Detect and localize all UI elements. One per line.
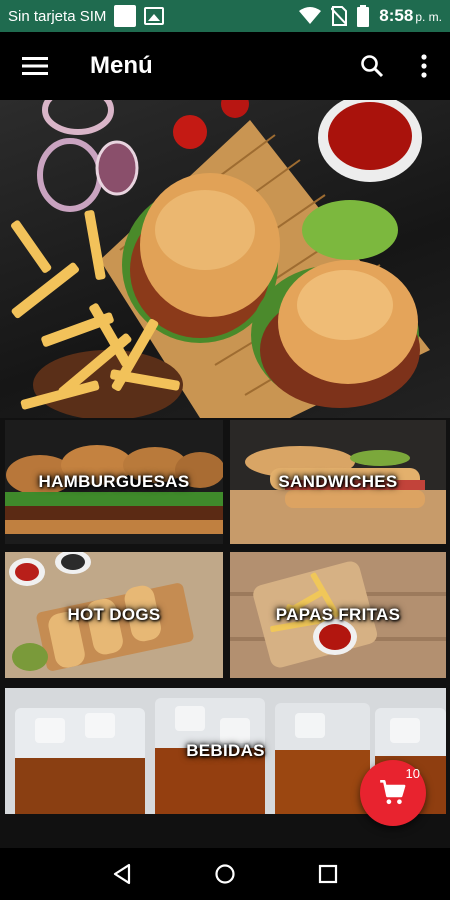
recents-button[interactable] [308, 854, 348, 894]
cart-count-badge: 10 [405, 766, 420, 781]
recents-icon [319, 864, 338, 884]
category-label: HAMBURGUESAS [38, 472, 190, 491]
hamburger-menu-button[interactable] [0, 32, 70, 100]
battery-icon [357, 5, 370, 27]
category-tile-sandwiches[interactable]: SANDWICHES [230, 420, 446, 544]
search-icon [361, 55, 384, 78]
search-button[interactable] [346, 32, 398, 100]
category-tile-hamburguesas[interactable]: HAMBURGUESAS [5, 420, 223, 544]
more-options-button[interactable] [398, 32, 450, 100]
category-label: BEBIDAS [186, 741, 265, 760]
category-label: PAPAS FRITAS [275, 605, 401, 624]
clock-ampm: p. m. [415, 10, 442, 24]
hero-burger-image [0, 100, 450, 418]
carrier-label: Sin tarjeta SIM [8, 7, 107, 25]
image-icon [144, 7, 165, 25]
more-vert-icon [421, 54, 427, 78]
cart-button[interactable]: 10 [360, 760, 426, 826]
category-label: SANDWICHES [278, 472, 398, 491]
back-icon [113, 863, 130, 885]
status-bar: Sin tarjeta SIM 8:58 p. m. [0, 0, 450, 32]
category-tile-papas-fritas[interactable]: PAPAS FRITAS [230, 552, 446, 678]
category-label: HOT DOGS [67, 605, 161, 624]
back-button[interactable] [102, 854, 142, 894]
home-button[interactable] [205, 854, 245, 894]
app-bar: Menú [0, 32, 450, 100]
page-title: Menú [90, 52, 153, 79]
notification-square-icon [114, 5, 137, 27]
hamburger-menu-icon [22, 57, 48, 75]
wifi-icon [299, 7, 322, 24]
clock-time: 8:58 [379, 6, 414, 25]
shopping-cart-icon [380, 780, 406, 805]
system-nav-bar [0, 848, 450, 900]
category-tile-hot-dogs[interactable]: HOT DOGS [5, 552, 223, 678]
no-sim-icon [331, 6, 348, 26]
home-icon [215, 864, 235, 884]
